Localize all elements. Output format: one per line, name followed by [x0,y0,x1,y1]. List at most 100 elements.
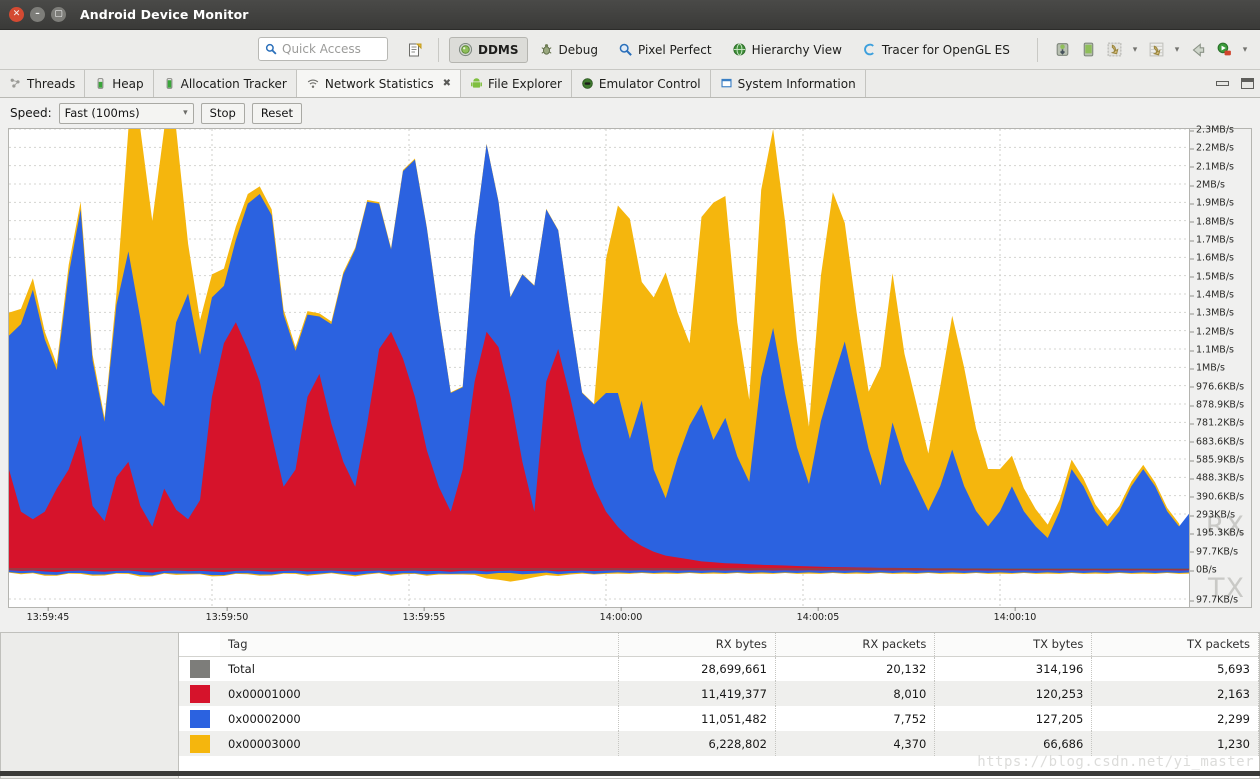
tab-system-information[interactable]: System Information [711,70,866,97]
y-axis-tick: 683.6KB/s [1196,436,1244,447]
chart-canvas [9,129,1189,607]
y-axis-tick: 2MB/s [1196,180,1225,191]
window-close-button[interactable]: ✕ [9,7,24,22]
table-header-swatch [179,633,220,656]
table-header-rx-bytes[interactable]: RX bytes [619,633,776,656]
tab-threads[interactable]: Threads [0,70,85,97]
device-screen-icon[interactable] [1076,38,1100,62]
x-axis-tick: 13:59:55 [403,612,446,623]
color-swatch [190,735,210,753]
table-row[interactable]: 0x0000100011,419,3778,010120,2532,163 [179,681,1259,706]
table-row[interactable]: Total28,699,66120,132314,1965,693 [179,656,1259,681]
tab-system-information-label: System Information [738,77,856,91]
perspective-tracer-opengl[interactable]: Tracer for OpenGL ES [853,37,1019,63]
stop-button[interactable]: Stop [201,103,245,124]
view-tab-bar: Threads Heap Allocation Tracker Network … [0,70,1260,98]
screen-capture-icon[interactable] [1102,38,1126,62]
y-axis-tick: 1.1MB/s [1196,345,1234,356]
perspective-ddms-label: DDMS [478,43,519,57]
tab-allocation-tracker[interactable]: Allocation Tracker [154,70,297,97]
row-tx-packets: 2,299 [1092,706,1259,731]
android-download-icon[interactable] [1050,38,1074,62]
x-axis-tick: 14:00:00 [600,612,643,623]
toolbar-separator-right [1037,38,1038,62]
speed-control-row: Speed: Fast (100ms) ▾ Stop Reset [0,98,1260,128]
row-tx-bytes: 314,196 [935,656,1092,681]
globe-icon [732,42,747,57]
table-header-tx-packets[interactable]: TX packets [1092,633,1259,656]
ddms-icon [458,42,473,57]
perspective-tracer-opengl-label: Tracer for OpenGL ES [882,43,1010,57]
view-window-controls [1216,70,1254,97]
chevron-down-icon[interactable]: ▾ [1238,38,1252,62]
perspective-pixel-perfect-label: Pixel Perfect [638,43,712,57]
back-arrow-icon[interactable] [1186,38,1210,62]
view-maximize-icon[interactable] [1241,78,1254,89]
table-header-tx-bytes[interactable]: TX bytes [935,633,1092,656]
chevron-down-icon: ▾ [183,108,188,118]
row-tag: 0x00003000 [220,731,618,756]
window-minimize-button[interactable]: – [30,7,45,22]
row-rx-packets: 4,370 [775,731,934,756]
speed-label: Speed: [10,106,52,120]
table-row[interactable]: 0x000030006,228,8024,37066,6861,230 [179,731,1259,756]
perspective-pixel-perfect[interactable]: Pixel Perfect [609,37,721,63]
row-color-swatch [179,656,220,681]
row-rx-bytes: 11,051,482 [619,706,776,731]
color-swatch [190,710,210,728]
y-axis-tick: 1.6MB/s [1196,253,1234,264]
y-axis-tick: 2.1MB/s [1196,161,1234,172]
perspective-debug[interactable]: Debug [530,37,607,63]
chevron-down-icon[interactable]: ▾ [1170,38,1184,62]
table-header-tag[interactable]: Tag [220,633,618,656]
tracer-c-icon [862,42,877,57]
tab-emulator-control-label: Emulator Control [599,77,701,91]
x-axis-tick: 14:00:05 [797,612,840,623]
chevron-down-icon[interactable]: ▾ [1128,38,1142,62]
y-axis-tick: 781.2KB/s [1196,418,1244,429]
speed-dropdown[interactable]: Fast (100ms) ▾ [59,103,194,124]
y-axis-tick: 1.7MB/s [1196,235,1234,246]
color-swatch [190,660,210,678]
x-axis-tick: 13:59:50 [206,612,249,623]
y-axis-tick: 976.6KB/s [1196,381,1244,392]
search-icon [265,43,277,55]
row-tx-packets: 5,693 [1092,656,1259,681]
network-icon [306,77,320,90]
y-axis-tick: 488.3KB/s [1196,473,1244,484]
tab-threads-label: Threads [27,77,75,91]
tab-emulator-control[interactable]: Emulator Control [572,70,711,97]
perspective-ddms[interactable]: DDMS [449,37,528,63]
perspective-group: DDMS Debug Pixel Perfect [402,37,1021,63]
row-color-swatch [179,681,220,706]
left-empty-pane [0,632,178,779]
threads-icon [9,77,22,90]
row-rx-packets: 7,752 [775,706,934,731]
run-debug-icon[interactable] [1212,38,1236,62]
heap-icon [94,77,107,90]
tab-file-explorer[interactable]: File Explorer [461,70,572,97]
row-rx-bytes: 11,419,377 [619,681,776,706]
reset-button[interactable]: Reset [252,103,302,124]
sysinfo-icon [720,77,733,90]
systrace-icon[interactable] [1144,38,1168,62]
quick-access-input[interactable]: Quick Access [258,37,388,61]
new-file-icon[interactable] [402,37,428,63]
view-minimize-icon[interactable] [1216,81,1229,86]
row-rx-packets: 20,132 [775,656,934,681]
perspective-hierarchy-view[interactable]: Hierarchy View [723,37,851,63]
tab-network-statistics[interactable]: Network Statistics ✖ [297,70,461,97]
table-header-rx-packets[interactable]: RX packets [775,633,934,656]
statistics-table-pane[interactable]: Tag RX bytes RX packets TX bytes TX pack… [178,632,1260,779]
row-rx-bytes: 28,699,661 [619,656,776,681]
magnifier-icon [618,42,633,57]
window-maximize-button[interactable]: ▢ [51,7,66,22]
chart-plot-area[interactable] [9,129,1189,607]
debug-bug-icon [539,42,554,57]
main-toolbar: Quick Access DDMS [0,30,1260,70]
table-row[interactable]: 0x0000200011,051,4827,752127,2052,299 [179,706,1259,731]
y-axis-tick: 2.2MB/s [1196,143,1234,154]
tab-heap[interactable]: Heap [85,70,153,97]
tab-close-icon[interactable]: ✖ [443,78,451,89]
tab-allocation-tracker-label: Allocation Tracker [181,77,287,91]
